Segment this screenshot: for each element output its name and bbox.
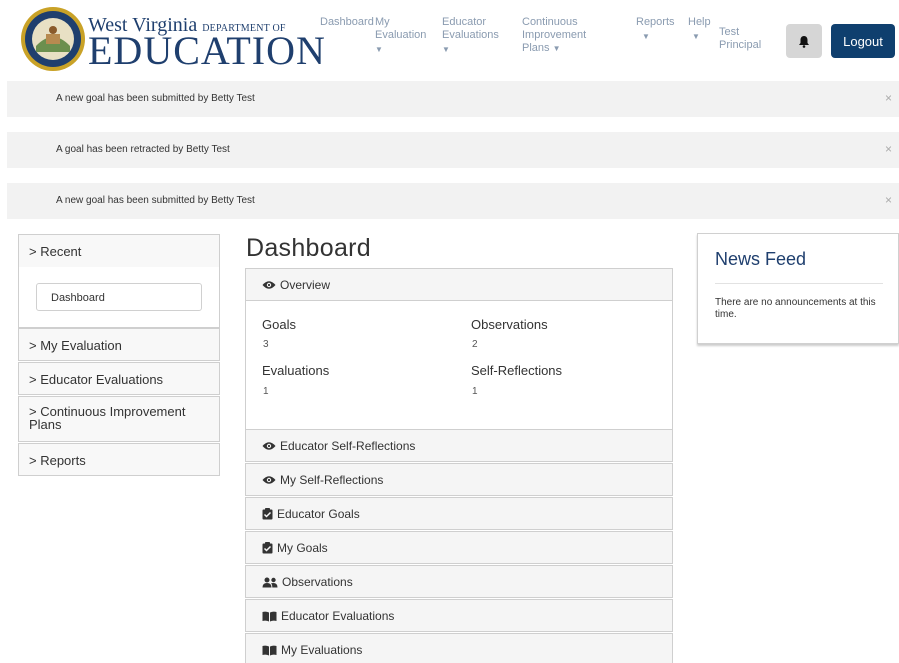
book-open-icon <box>262 643 277 657</box>
nav-reports[interactable]: Reports ▼ <box>636 16 675 43</box>
sidebar-item-recent[interactable]: > Recent <box>18 234 220 268</box>
panel-title: My Goals <box>277 541 328 555</box>
alert-text: A new goal has been submitted by Betty T… <box>56 93 255 104</box>
panel-my-goals[interactable]: My Goals <box>245 531 673 564</box>
close-icon[interactable]: × <box>885 142 892 156</box>
panel-my-evaluations[interactable]: My Evaluations <box>245 633 673 663</box>
divider <box>715 283 883 284</box>
stat-value-goals: 3 <box>263 339 269 350</box>
book-open-icon <box>262 609 277 623</box>
eye-icon <box>262 473 276 487</box>
nav-my-evaluation[interactable]: My Evaluation ▼ <box>375 16 427 56</box>
wvde-logo[interactable]: West Virginia DEPARTMENT OF EDUCATION <box>20 6 325 72</box>
page-title: Dashboard <box>246 234 372 262</box>
stat-label-self-reflections: Self-Reflections <box>471 363 563 378</box>
panel-educator-self-reflections[interactable]: Educator Self-Reflections <box>245 429 673 462</box>
panel-observations[interactable]: Observations <box>245 565 673 598</box>
nav-educator-evaluations[interactable]: Educator Evaluations ▼ <box>442 16 500 56</box>
clipboard-check-icon <box>262 541 273 555</box>
alert-text: A new goal has been submitted by Betty T… <box>56 195 255 206</box>
alert-text: A goal has been retracted by Betty Test <box>56 144 230 155</box>
caret-down-icon: ▼ <box>375 45 383 54</box>
recent-item-dashboard[interactable]: Dashboard <box>36 283 202 311</box>
panel-educator-goals[interactable]: Educator Goals <box>245 497 673 530</box>
sidebar-item-my-evaluation[interactable]: > My Evaluation <box>18 328 220 361</box>
users-icon <box>262 575 278 589</box>
nav-dashboard[interactable]: Dashboard <box>320 16 374 29</box>
stat-value-observations: 2 <box>472 339 478 350</box>
panel-title: My Self-Reflections <box>280 473 384 487</box>
panel-title: Educator Goals <box>277 507 360 521</box>
caret-down-icon: ▼ <box>442 45 450 54</box>
panel-title: Overview <box>280 278 331 292</box>
panel-overview-header[interactable]: Overview <box>245 268 673 301</box>
panel-title: My Evaluations <box>281 643 363 657</box>
stat-label-evaluations: Evaluations <box>262 363 330 378</box>
panel-title: Educator Self-Reflections <box>280 439 416 453</box>
header: West Virginia DEPARTMENT OF EDUCATION Da… <box>0 0 899 80</box>
panel-title: Educator Evaluations <box>281 609 395 623</box>
logo-education: EDUCATION <box>88 28 326 73</box>
sidebar-item-reports[interactable]: > Reports <box>18 443 220 476</box>
nav-help[interactable]: Help ▼ <box>688 16 711 43</box>
user-name[interactable]: Test Principal <box>719 26 775 52</box>
panel-educator-evaluations[interactable]: Educator Evaluations <box>245 599 673 632</box>
recent-list: Dashboard <box>18 267 220 328</box>
sidebar-item-continuous-improvement-plans[interactable]: > Continuous Improvement Plans <box>18 396 220 442</box>
logout-button[interactable]: Logout <box>831 24 895 58</box>
close-icon[interactable]: × <box>885 91 892 105</box>
news-feed-text: There are no announcements at this time. <box>715 297 876 320</box>
close-icon[interactable]: × <box>885 193 892 207</box>
eye-icon <box>262 278 276 292</box>
alert-notification: A new goal has been submitted by Betty T… <box>7 183 899 219</box>
bell-icon <box>799 35 809 48</box>
alert-notification: A goal has been retracted by Betty Test … <box>7 132 899 168</box>
eye-icon <box>262 439 276 453</box>
overview-stats: Goals 3 Observations 2 Evaluations 1 Sel… <box>245 301 673 430</box>
caret-down-icon: ▼ <box>692 32 700 41</box>
caret-down-icon: ▼ <box>552 44 561 53</box>
news-feed-panel: News Feed There are no announcements at … <box>697 233 899 344</box>
nav-continuous-improvement-plans[interactable]: Continuous Improvement Plans ▼ <box>522 16 592 55</box>
alert-notification: A new goal has been submitted by Betty T… <box>7 81 899 117</box>
panel-my-self-reflections[interactable]: My Self-Reflections <box>245 463 673 496</box>
panel-title: Observations <box>282 575 353 589</box>
stat-label-observations: Observations <box>471 317 548 332</box>
stat-label-goals: Goals <box>262 317 296 332</box>
news-feed-title: News Feed <box>715 249 807 269</box>
notifications-button[interactable] <box>786 24 822 58</box>
stat-value-self-reflections: 1 <box>472 386 478 397</box>
sidebar-item-educator-evaluations[interactable]: > Educator Evaluations <box>18 362 220 395</box>
state-seal-icon <box>21 7 85 71</box>
caret-down-icon: ▼ <box>642 32 650 41</box>
clipboard-check-icon <box>262 507 273 521</box>
stat-value-evaluations: 1 <box>263 386 269 397</box>
